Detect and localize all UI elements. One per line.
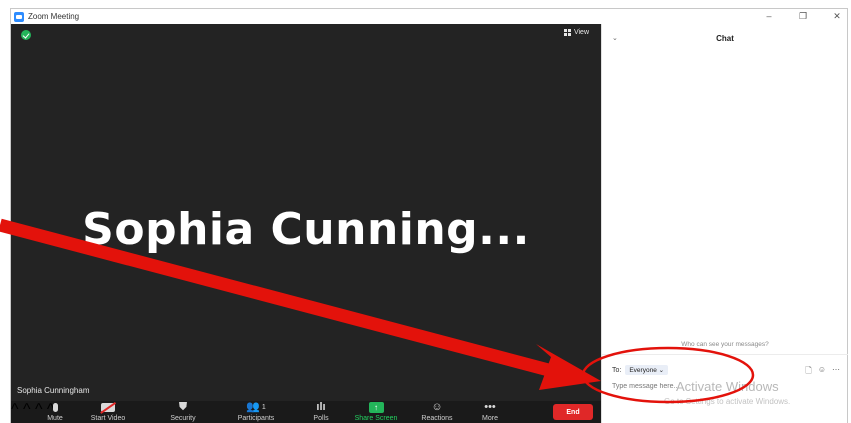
- activate-windows-subtext: Go to Settings to activate Windows.: [664, 397, 791, 406]
- recipient-row: To: Everyone ⌄: [612, 365, 669, 375]
- zoom-logo-icon: [14, 11, 24, 22]
- end-meeting-button[interactable]: End: [553, 404, 593, 420]
- participants-count: 1: [261, 404, 266, 411]
- chevron-down-icon: ⌄: [658, 367, 665, 374]
- share-screen-button[interactable]: ↑ Share Screen: [351, 401, 401, 423]
- more-dots-icon: •••: [484, 401, 496, 413]
- chat-header: ⌄ Chat: [602, 32, 848, 48]
- security-shield-icon: ⛊: [178, 401, 188, 413]
- encryption-shield-icon[interactable]: [21, 30, 31, 40]
- window-title: Zoom Meeting: [28, 12, 80, 21]
- participants-label: Participants: [237, 415, 275, 422]
- participant-display-name: Sophia Cunning...: [82, 204, 530, 255]
- reactions-icon: ☺: [431, 401, 443, 413]
- chat-title: Chat: [716, 34, 734, 43]
- file-icon[interactable]: 🗋: [805, 365, 811, 379]
- activate-windows-watermark: Activate Windows: [676, 379, 779, 394]
- reactions-button[interactable]: ☺ Reactions: [415, 401, 459, 423]
- close-button[interactable]: ✕: [831, 9, 843, 24]
- recipient-value: Everyone: [629, 367, 657, 374]
- audio-options-chevron-icon[interactable]: ^: [11, 401, 19, 418]
- minimize-button[interactable]: –: [763, 9, 775, 24]
- to-label: To:: [612, 366, 622, 374]
- chat-tools: 🗋 ☺ ⋯: [805, 365, 840, 379]
- chat-panel: ⌄ Chat Who can see your messages? To: Ev…: [601, 24, 848, 423]
- reactions-label: Reactions: [421, 415, 453, 422]
- zoom-window: Zoom Meeting – ❐ ✕ View Sophia Cunning..…: [10, 8, 848, 423]
- more-button[interactable]: ••• More: [473, 401, 507, 423]
- more-options-icon[interactable]: ⋯: [832, 365, 840, 379]
- more-label: More: [482, 415, 498, 422]
- video-area: View Sophia Cunning... Sophia Cunningham: [11, 24, 601, 401]
- meeting-toolbar: Mute ^ Start Video ^ ⛊ Security 👥 1 Parti…: [11, 401, 601, 423]
- share-screen-icon: ↑: [368, 402, 384, 413]
- title-bar: Zoom Meeting – ❐ ✕: [11, 9, 847, 24]
- who-can-see-messages-link[interactable]: Who can see your messages?: [602, 341, 848, 348]
- video-options-chevron-icon[interactable]: ^: [23, 401, 31, 418]
- video-off-icon: [101, 403, 115, 412]
- polls-icon: ılı: [316, 401, 326, 413]
- microphone-icon: [52, 403, 58, 412]
- window-controls: – ❐ ✕: [763, 9, 843, 24]
- restore-button[interactable]: ❐: [797, 9, 809, 24]
- view-label: View: [573, 29, 589, 36]
- start-video-label: Start Video: [90, 415, 126, 422]
- polls-button[interactable]: ılı Polls: [306, 401, 336, 423]
- mute-button[interactable]: Mute: [35, 401, 75, 423]
- mute-label: Mute: [47, 415, 63, 422]
- grid-icon: [563, 29, 571, 36]
- polls-label: Polls: [313, 415, 329, 422]
- screenshot: Zoom Meeting – ❐ ✕ View Sophia Cunning..…: [0, 0, 851, 423]
- participant-name-tag: Sophia Cunningham: [17, 386, 90, 395]
- emoji-icon[interactable]: ☺: [818, 365, 826, 379]
- recipient-dropdown[interactable]: Everyone ⌄: [625, 365, 669, 375]
- security-button[interactable]: ⛊ Security: [163, 401, 203, 423]
- participants-icon: 👥: [246, 401, 260, 413]
- start-video-button[interactable]: Start Video: [83, 401, 133, 423]
- chat-compose-area: To: Everyone ⌄ 🗋 ☺ ⋯ Activate Windows Go…: [602, 354, 848, 423]
- participants-button[interactable]: 👥 1 Participants: [226, 401, 286, 423]
- share-screen-label: Share Screen: [354, 415, 398, 422]
- view-button[interactable]: View: [563, 29, 589, 36]
- security-label: Security: [170, 415, 196, 422]
- who-can-see-text: Who can see your messages?: [681, 341, 769, 348]
